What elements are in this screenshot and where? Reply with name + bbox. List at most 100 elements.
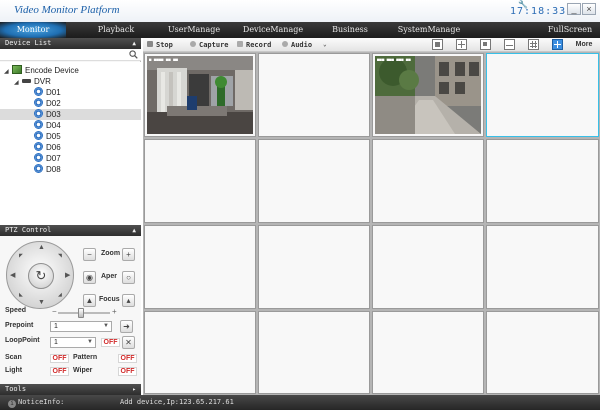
aperture-close-icon[interactable]: ◉ [83, 271, 96, 284]
video-osd: ■ ■■■■ ■■ ■■ [149, 57, 178, 62]
more-button[interactable]: More [568, 38, 600, 52]
video-cell-6[interactable] [258, 139, 370, 223]
stop-button[interactable]: Stop [147, 38, 173, 52]
tree-dvr[interactable]: ◢ DVR [14, 76, 51, 87]
app-title: Video Monitor Platform [14, 4, 120, 16]
device-search[interactable] [0, 49, 141, 61]
chevron-down-icon[interactable]: ▼ [87, 338, 93, 347]
expand-icon[interactable]: ▸ [132, 384, 136, 395]
search-icon[interactable] [129, 50, 138, 59]
arrow-down-right-icon[interactable]: ◢ [58, 292, 62, 298]
channel-item[interactable]: D05 [34, 131, 61, 142]
layout-6-button[interactable] [480, 39, 491, 50]
focus-far-icon[interactable]: ▴ [122, 294, 135, 307]
video-cell-9[interactable] [144, 225, 256, 309]
left-panel: Device List ▲ ◢ Encode Device ◢ DVR D01 D0… [0, 38, 141, 395]
status-bar: i NoticeInfo: Add device,Ip:123.65.217.61 [0, 395, 600, 410]
audio-icon [282, 41, 288, 47]
video-cell-13[interactable] [144, 311, 256, 394]
channel-item[interactable]: D04 [34, 120, 61, 131]
menu-monitor[interactable]: Monitor [0, 22, 66, 38]
device-list-header[interactable]: Device List ▲ [0, 38, 141, 49]
tree-root[interactable]: ◢ Encode Device [4, 65, 79, 76]
layout-16-button[interactable] [552, 39, 563, 50]
arrow-up-icon[interactable]: ▲ [38, 244, 45, 251]
ptz-header[interactable]: PTZ Control ▲ [0, 225, 141, 236]
title-bar: Video Monitor Platform 🔧 17:18:33 _ × [0, 0, 600, 22]
chevron-down-icon[interactable]: ▼ [103, 322, 109, 331]
ptz-direction-pad[interactable]: ▲ ▼ ◀ ▶ ◤ ◥ ◣ ◢ ↻ [6, 241, 74, 309]
capture-button[interactable]: Capture [190, 38, 229, 52]
channel-item[interactable]: D07 [34, 153, 61, 164]
minimize-button[interactable]: _ [567, 3, 581, 15]
record-button[interactable]: Record [237, 38, 271, 52]
video-cell-12[interactable] [486, 225, 599, 309]
speed-slider-thumb[interactable] [78, 308, 85, 318]
speed-decrease-icon[interactable]: − [52, 307, 57, 316]
menu-business[interactable]: Business [314, 22, 386, 38]
menu-usermanage[interactable]: UserManage [156, 22, 232, 38]
tool-icon[interactable]: ✕ [122, 336, 135, 349]
expand-icon[interactable]: ◢ [14, 78, 22, 89]
video-cell-2[interactable] [258, 53, 370, 137]
wiper-label: Wiper [73, 367, 93, 374]
arrow-down-icon[interactable]: ▼ [38, 299, 45, 306]
video-cell-3[interactable]: ■■■ ■■■ ■■■ ■■ [372, 53, 484, 137]
arrow-left-icon[interactable]: ◀ [10, 271, 15, 279]
channel-item[interactable]: D01 [34, 87, 61, 98]
device-list-title: Device List [5, 39, 52, 47]
notice-label: i NoticeInfo: [8, 398, 64, 408]
video-cell-7[interactable] [372, 139, 484, 223]
expand-icon[interactable]: ◢ [4, 67, 12, 78]
aperture-open-icon[interactable]: ○ [122, 271, 135, 284]
video-cell-15[interactable] [372, 311, 484, 394]
menu-playback[interactable]: Playback [76, 22, 156, 38]
arrow-up-left-icon[interactable]: ◤ [19, 253, 23, 259]
channel-item-selected[interactable]: D03 [0, 109, 141, 120]
video-cell-5[interactable] [144, 139, 256, 223]
wiper-toggle[interactable]: OFF [118, 367, 137, 376]
looppoint-select[interactable]: 1 ▼ [50, 337, 96, 348]
arrow-right-icon[interactable]: ▶ [65, 271, 70, 279]
menu-systemmanage[interactable]: SystemManage [386, 22, 472, 38]
scan-label: Scan [5, 354, 22, 361]
audio-button[interactable]: Audio [282, 38, 312, 52]
layout-8-button[interactable] [504, 39, 515, 50]
toolbar-dropdown[interactable]: ⌄ [323, 38, 327, 52]
collapse-icon[interactable]: ▲ [132, 38, 136, 49]
zoom-label: Zoom [101, 250, 121, 257]
loop-toggle[interactable]: OFF [101, 338, 120, 347]
pattern-toggle[interactable]: OFF [118, 354, 137, 363]
layout-9-button[interactable] [528, 39, 539, 50]
layout-4-button[interactable] [456, 39, 467, 50]
video-cell-11[interactable] [372, 225, 484, 309]
video-cell-1[interactable]: ■ ■■■■ ■■ ■■ [144, 53, 256, 137]
menu-devicemanage[interactable]: DeviceManage [232, 22, 314, 38]
arrow-up-right-icon[interactable]: ◥ [58, 253, 62, 259]
light-toggle[interactable]: OFF [50, 367, 69, 376]
video-cell-10[interactable] [258, 225, 370, 309]
video-cell-16[interactable] [486, 311, 599, 394]
looppoint-label: LoopPoint [5, 337, 40, 344]
speed-increase-icon[interactable]: + [112, 307, 117, 316]
auto-rotate-icon[interactable]: ↻ [28, 263, 54, 289]
collapse-icon[interactable]: ▲ [132, 225, 136, 236]
channel-item[interactable]: D02 [34, 98, 61, 109]
menu-fullscreen[interactable]: FullScreen [540, 22, 600, 38]
prepoint-select[interactable]: 1 ▼ [50, 321, 112, 332]
channel-item[interactable]: D08 [34, 164, 61, 175]
arrow-down-left-icon[interactable]: ◣ [19, 292, 23, 298]
zoom-in-icon[interactable]: + [122, 248, 135, 261]
channel-item[interactable]: D06 [34, 142, 61, 153]
tools-header[interactable]: Tools ▸ [0, 384, 141, 395]
focus-near-icon[interactable]: ▲ [83, 294, 96, 307]
goto-preset-icon[interactable]: ➜ [120, 320, 133, 333]
video-cell-4-selected[interactable] [486, 53, 599, 137]
scan-toggle[interactable]: OFF [50, 354, 69, 363]
video-cell-14[interactable] [258, 311, 370, 394]
close-button[interactable]: × [582, 3, 596, 15]
video-cell-8[interactable] [486, 139, 599, 223]
zoom-out-icon[interactable]: − [83, 248, 96, 261]
clock: 17:18:33 [510, 6, 567, 17]
layout-1-button[interactable] [432, 39, 443, 50]
